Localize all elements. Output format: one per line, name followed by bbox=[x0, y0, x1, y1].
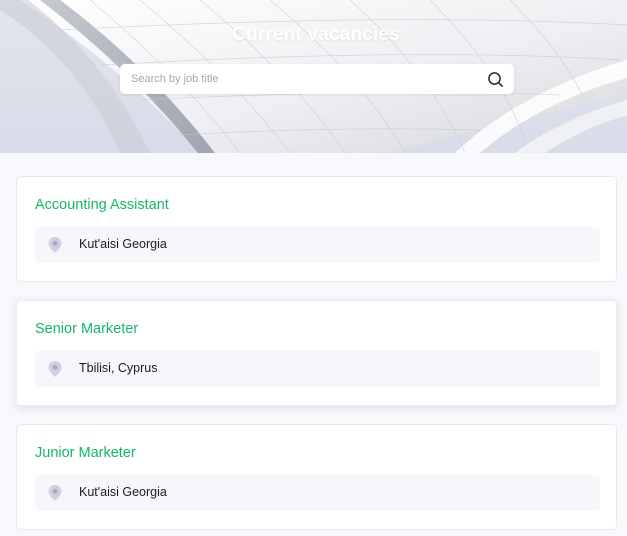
location-pin-icon bbox=[47, 236, 63, 254]
vacancy-card[interactable]: Junior Marketer Kut'aisi Georgia bbox=[16, 424, 617, 530]
location-pin-icon bbox=[47, 484, 63, 502]
vacancy-location: Tbilisi, Cyprus bbox=[35, 351, 600, 387]
vacancy-title[interactable]: Accounting Assistant bbox=[35, 197, 169, 213]
vacancy-location: Kut'aisi Georgia bbox=[35, 475, 600, 511]
search-input[interactable] bbox=[120, 64, 480, 94]
location-label: Tbilisi, Cyprus bbox=[79, 361, 158, 375]
vacancy-location: Kut'aisi Georgia bbox=[35, 227, 600, 263]
vacancy-card[interactable]: Senior Marketer Tbilisi, Cyprus bbox=[16, 300, 617, 406]
vacancy-title[interactable]: Senior Marketer bbox=[35, 321, 138, 337]
vacancy-title[interactable]: Junior Marketer bbox=[35, 445, 136, 461]
search-icon[interactable] bbox=[487, 71, 504, 88]
location-label: Kut'aisi Georgia bbox=[79, 237, 167, 251]
hero-banner: Current vacancies bbox=[0, 0, 627, 153]
location-label: Kut'aisi Georgia bbox=[79, 485, 167, 499]
location-pin-icon bbox=[47, 360, 63, 378]
page-title: Current vacancies bbox=[231, 24, 401, 45]
search-bar bbox=[120, 64, 514, 94]
vacancy-card[interactable]: Accounting Assistant Kut'aisi Georgia bbox=[16, 176, 617, 282]
